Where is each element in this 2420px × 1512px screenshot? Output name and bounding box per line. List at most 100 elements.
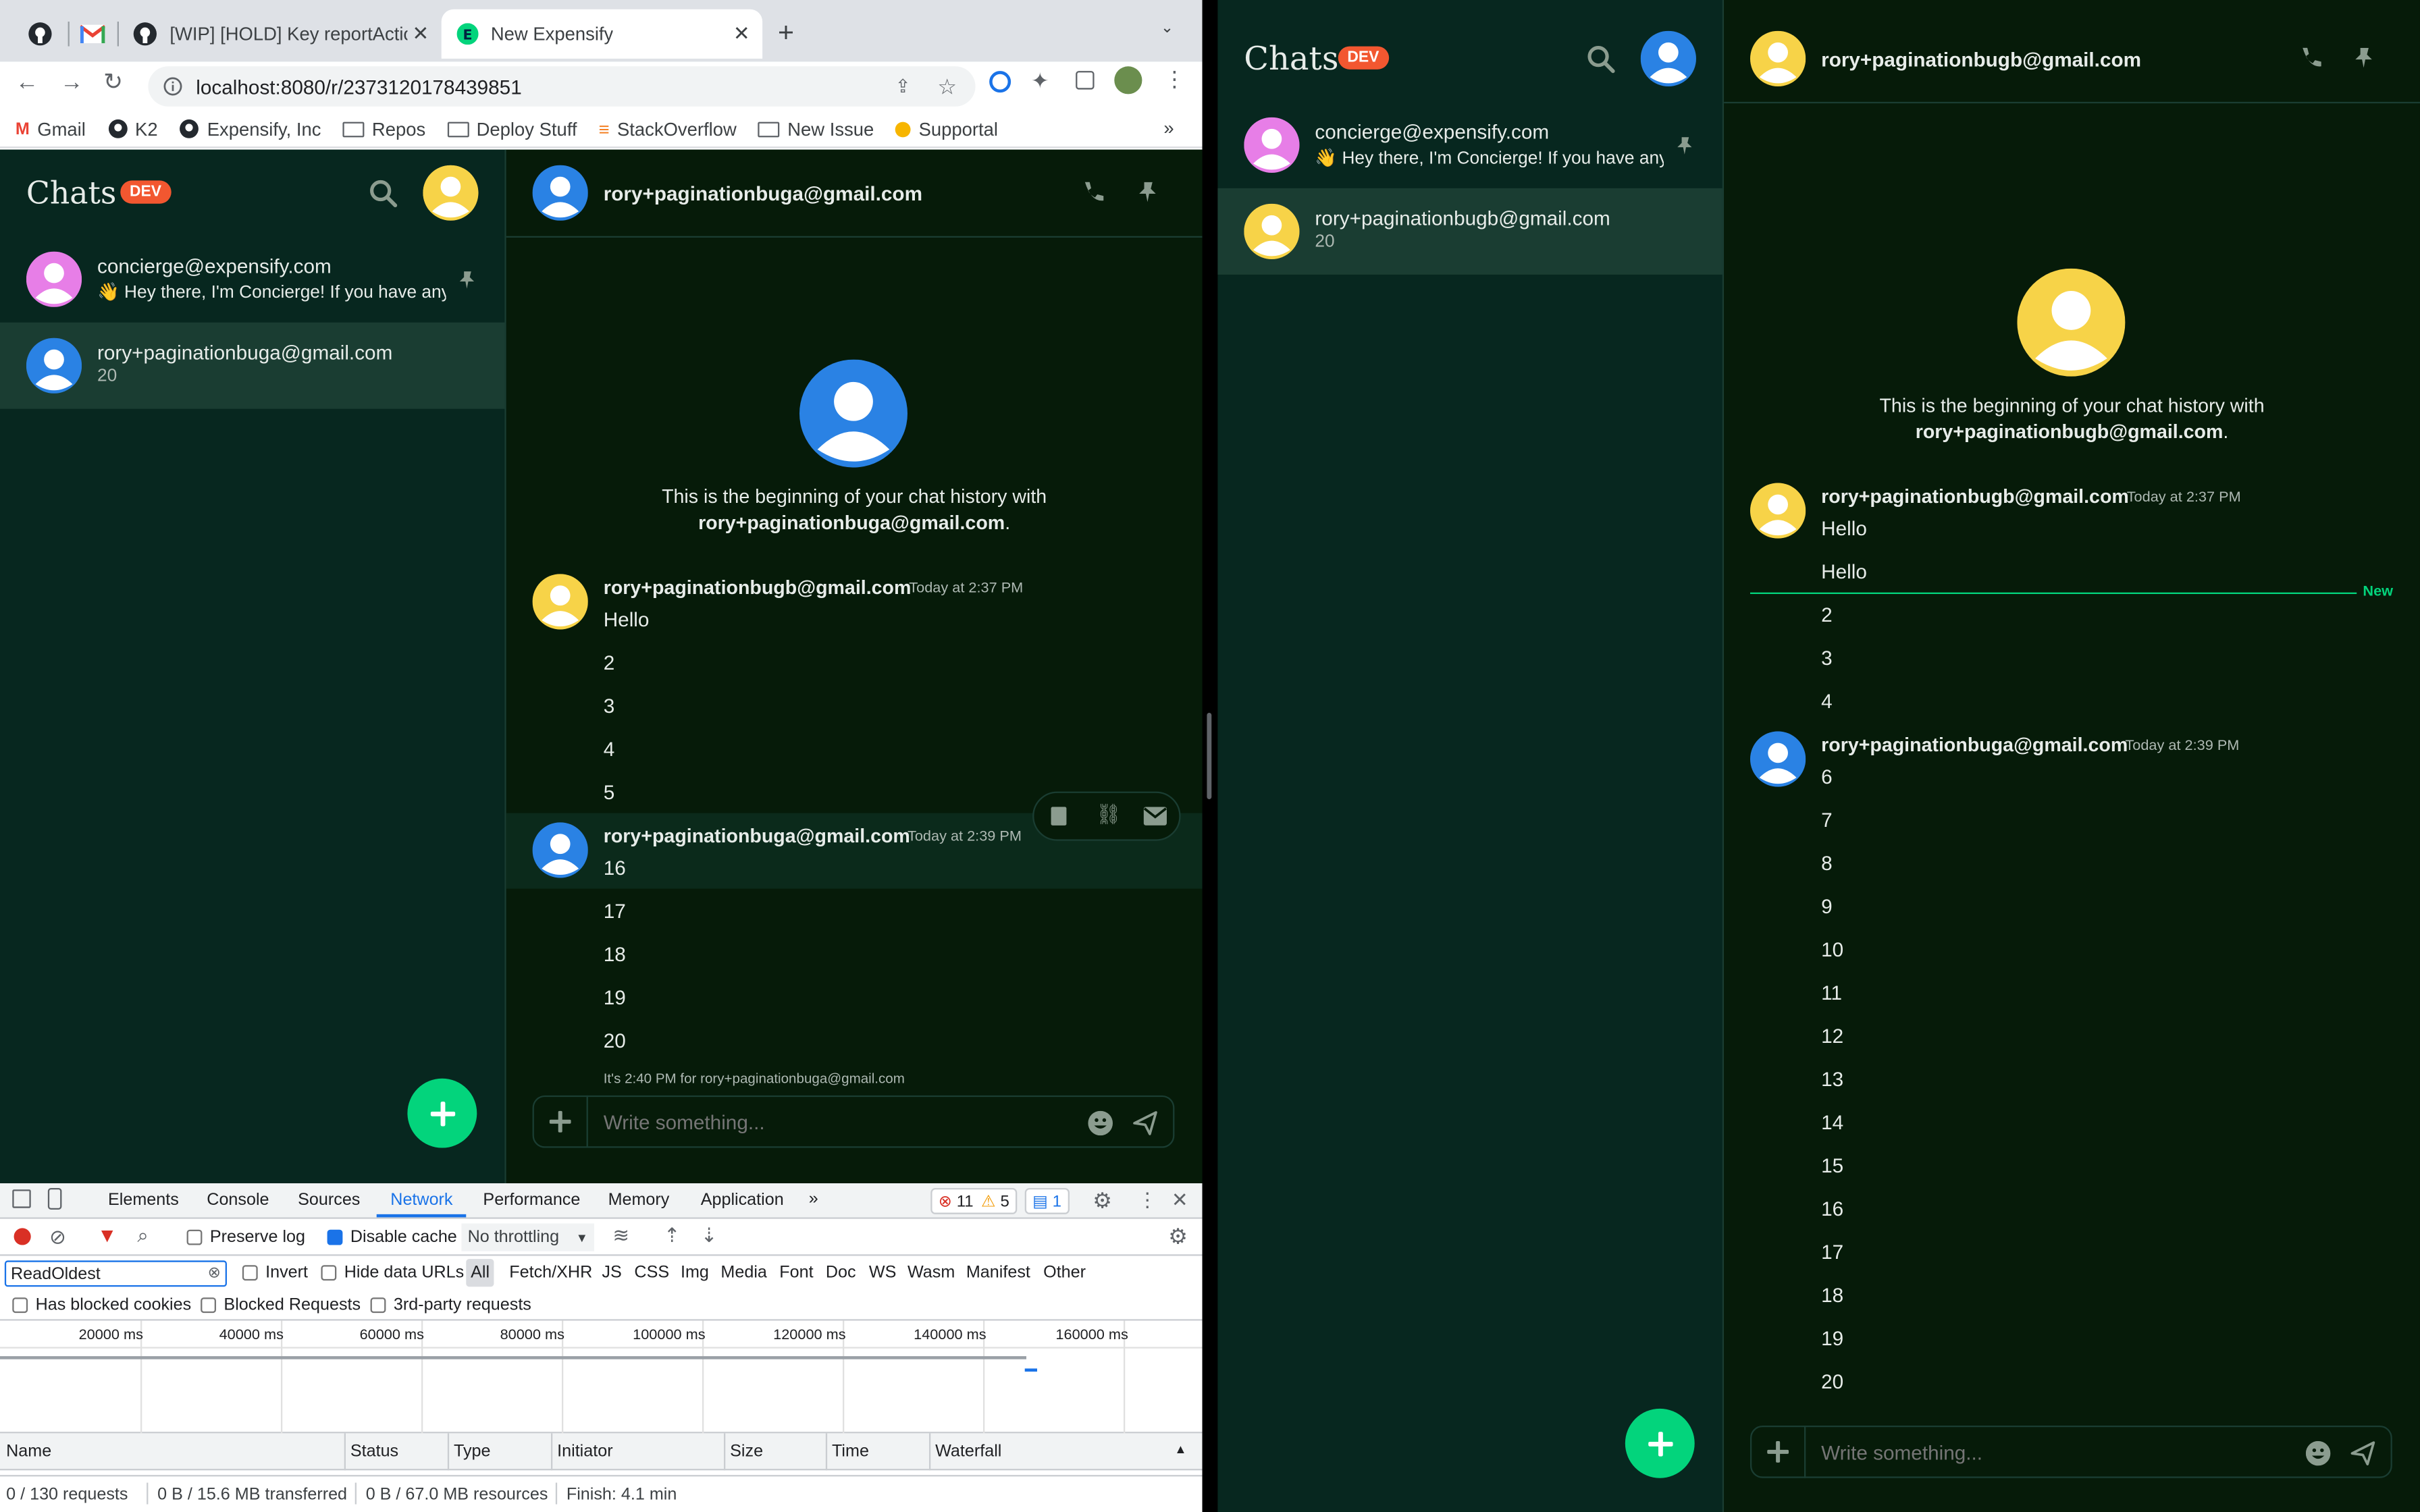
tab-new-expensify[interactable]: E New Expensify ✕ [441,9,763,59]
chat-row-paginationbuga[interactable]: rory+paginationbuga@gmail.com 20 [0,322,505,409]
search-icon[interactable] [1587,45,1616,74]
column-type[interactable]: Type [454,1442,491,1461]
type-filter-font[interactable]: Font [779,1264,813,1282]
share-icon[interactable]: ⇪ [895,76,911,97]
type-filter-css[interactable]: CSS [634,1264,669,1282]
type-filter-manifest[interactable]: Manifest [966,1264,1030,1282]
send-icon[interactable] [1133,1111,1158,1136]
preserve-log-checkbox[interactable] [186,1229,203,1245]
close-devtools-icon[interactable]: ✕ [1172,1188,1188,1213]
composer-input[interactable] [1821,1440,2284,1463]
bookmark-stackoverflow[interactable]: ≡ StackOverflow [599,118,737,140]
bookmark-star-icon[interactable]: ☆ [937,74,957,100]
record-icon[interactable] [14,1228,31,1245]
export-har-icon[interactable]: ⇣ [701,1224,718,1249]
phone-icon[interactable] [1080,180,1105,205]
type-filter-js[interactable]: JS [602,1264,621,1282]
devtools-tab-elements[interactable]: Elements [108,1191,179,1210]
copy-clipboard-icon[interactable] [1051,807,1067,826]
extensions-puzzle-icon[interactable]: ✦ [1031,68,1049,94]
disable-cache-checkbox[interactable] [327,1229,343,1245]
user-avatar-icon[interactable] [1640,30,1696,86]
composer-input[interactable] [603,1110,1067,1133]
filter-funnel-icon[interactable]: ▼ [97,1224,117,1247]
password-manager-icon[interactable] [989,71,1011,93]
column-status[interactable]: Status [350,1442,398,1461]
emoji-icon[interactable] [1088,1110,1113,1136]
pin-icon[interactable] [2352,47,2375,70]
close-icon[interactable]: ✕ [733,22,750,47]
bookmarks-overflow[interactable]: » [1163,117,1174,139]
import-har-icon[interactable]: ⇡ [664,1224,681,1249]
new-chat-fab-button[interactable] [1625,1408,1695,1478]
messages-counter[interactable]: ▤ 1 [1024,1187,1070,1214]
copy-link-icon[interactable]: ⛓ [1096,803,1122,828]
chat-row-concierge[interactable]: concierge@expensify.com 👋 Hey there, I'm… [0,236,504,323]
filter-input[interactable]: ReadOldest ⊗ [4,1260,227,1287]
tab-github[interactable] [12,9,68,59]
bookmark-k2[interactable]: K2 [107,118,158,140]
column-size[interactable]: Size [730,1442,763,1461]
type-filter-img[interactable]: Img [681,1264,709,1282]
third-party-checkbox[interactable] [370,1297,386,1314]
devtools-tab-console[interactable]: Console [207,1191,269,1210]
address-bar[interactable]: localhost:8080/r/2373120178439851 ⇪ ☆ [148,66,976,107]
devtools-tab-overflow[interactable]: » [809,1189,818,1208]
emoji-icon[interactable] [2305,1440,2331,1466]
tab-github-pr[interactable]: [WIP] [HOLD] Key reportAction ✕ [124,9,438,59]
chat-row-concierge[interactable]: concierge@expensify.com 👋 Hey there, I'm… [1217,102,1722,188]
invert-checkbox[interactable] [242,1265,258,1281]
column-name[interactable]: Name [6,1442,51,1461]
column-initiator[interactable]: Initiator [557,1442,612,1461]
phone-icon[interactable] [2298,47,2323,72]
new-chat-fab-button[interactable] [407,1078,477,1148]
sort-ascending-icon[interactable]: ▲ [1174,1442,1186,1457]
side-panel-icon[interactable] [1076,71,1095,90]
device-toolbar-icon[interactable] [47,1187,62,1210]
reload-icon[interactable]: ↻ [103,68,123,96]
hide-data-urls-checkbox[interactable] [321,1265,337,1281]
devtools-tab-application[interactable]: Application [701,1191,784,1210]
devtools-kebab-icon[interactable]: ⋮ [1138,1188,1158,1213]
inspect-element-icon[interactable] [12,1189,31,1208]
column-waterfall[interactable]: Waterfall [935,1442,1001,1461]
tab-search-chevron-icon[interactable]: ⌄ [1161,20,1174,37]
bookmark-deploy-stuff[interactable]: Deploy Stuff [447,118,577,140]
devtools-tab-performance[interactable]: Performance [483,1191,580,1210]
clear-filter-icon[interactable]: ⊗ [208,1265,221,1282]
issues-counter[interactable]: ⊗ 11 ⚠ 5 [930,1187,1018,1214]
new-tab-button[interactable]: + [778,18,794,46]
search-network-icon[interactable]: ⌕ [137,1224,149,1249]
devtools-tab-memory[interactable]: Memory [608,1191,670,1210]
bookmark-supportal[interactable]: Supportal [895,118,998,140]
type-filter-other[interactable]: Other [1043,1264,1086,1282]
column-time[interactable]: Time [832,1442,869,1461]
type-filter-wasm[interactable]: Wasm [908,1264,955,1282]
bookmark-expensify-inc[interactable]: Expensify, Inc [180,118,321,140]
network-settings-gear-icon[interactable]: ⚙ [1168,1224,1188,1250]
blocked-requests-checkbox[interactable] [201,1297,216,1314]
profile-avatar-icon[interactable] [1114,66,1142,94]
add-attachment-plus-icon[interactable] [549,1110,571,1133]
bookmark-new-issue[interactable]: New Issue [758,118,874,140]
add-attachment-plus-icon[interactable] [1767,1440,1789,1463]
type-filter-all[interactable]: All [466,1259,494,1287]
mark-unread-mail-icon[interactable] [1143,807,1167,826]
throttling-select[interactable]: No throttling ▼ [461,1223,594,1251]
network-overview-timeline[interactable]: 20000 ms 40000 ms 60000 ms 80000 ms 1000… [0,1320,1203,1434]
settings-gear-icon[interactable]: ⚙ [1093,1188,1112,1214]
network-conditions-icon[interactable]: ≋ [612,1224,629,1249]
close-icon[interactable]: ✕ [412,22,429,47]
clear-icon[interactable]: ⊘ [49,1225,66,1250]
kebab-menu-icon[interactable]: ⋮ [1163,66,1185,92]
tab-gmail[interactable] [70,9,116,59]
search-icon[interactable] [369,179,398,208]
forward-arrow-icon[interactable]: → [60,70,83,96]
type-filter-fetch-xhr[interactable]: Fetch/XHR [509,1264,592,1282]
user-avatar-icon[interactable] [423,165,479,221]
back-arrow-icon[interactable]: ← [16,70,38,96]
devtools-tab-sources[interactable]: Sources [298,1191,360,1210]
send-icon[interactable] [2350,1441,2375,1466]
chat-row-paginationbugb[interactable]: rory+paginationbugb@gmail.com 20 [1217,188,1722,275]
has-blocked-cookies-checkbox[interactable] [12,1297,28,1314]
